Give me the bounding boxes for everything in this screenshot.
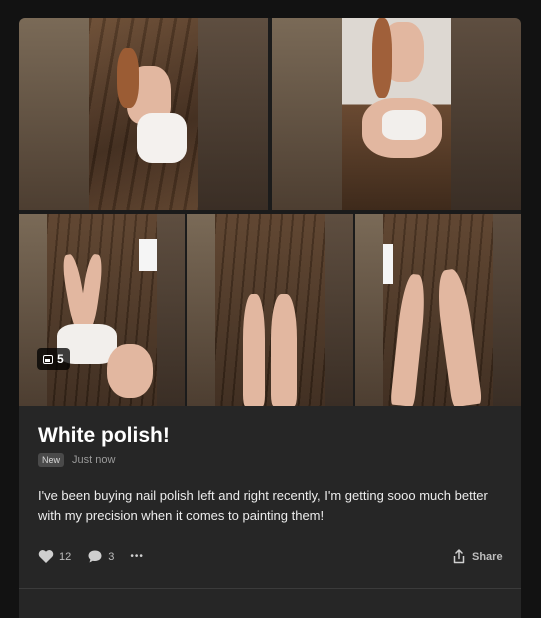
gallery-photo-3[interactable]: [19, 214, 185, 406]
photo-blur-right: [493, 214, 521, 406]
comment-icon: [88, 550, 102, 563]
divider: [19, 588, 521, 589]
photo-image: [47, 214, 157, 406]
heart-icon: [38, 550, 54, 563]
photo-image: [342, 18, 451, 210]
image-count-badge: 5: [37, 348, 70, 370]
image-icon: [43, 354, 53, 364]
photo-blur-right: [157, 214, 185, 406]
new-badge: New: [38, 453, 65, 467]
gallery-photo-1[interactable]: [19, 18, 268, 210]
image-gallery[interactable]: [19, 18, 521, 406]
like-button[interactable]: 12: [38, 549, 71, 564]
post-body: I've been buying nail polish left and ri…: [38, 488, 488, 523]
image-count: 5: [57, 352, 64, 366]
post-card[interactable]: [19, 18, 521, 618]
more-button[interactable]: •••: [130, 551, 144, 562]
photo-image: [383, 214, 493, 406]
photo-blur-left: [355, 214, 383, 406]
photo-image: [215, 214, 325, 406]
share-icon: [453, 549, 465, 564]
photo-blur-right: [198, 18, 268, 210]
photo-blur-left: [187, 214, 215, 406]
photo-blur-left: [19, 18, 89, 210]
photo-image: [89, 18, 198, 210]
photo-blur-right: [451, 18, 521, 210]
photo-blur-left: [19, 214, 47, 406]
post-actions: 12 3 •••: [38, 549, 160, 564]
comment-button[interactable]: 3: [87, 549, 114, 564]
more-icon: •••: [130, 551, 144, 562]
comment-count: 3: [108, 550, 115, 563]
post-title[interactable]: White polish!: [38, 424, 170, 448]
gallery-photo-2[interactable]: [272, 18, 521, 210]
photo-blur-right: [325, 214, 353, 406]
photo-blur-left: [272, 18, 342, 210]
gallery-photo-4[interactable]: [187, 214, 353, 406]
share-button[interactable]: Share: [452, 549, 503, 564]
share-label: Share: [472, 550, 503, 563]
gallery-photo-5[interactable]: [355, 214, 521, 406]
like-count: 12: [59, 550, 72, 563]
post-meta: New Just now: [38, 453, 115, 467]
post-time: Just now: [72, 454, 116, 466]
